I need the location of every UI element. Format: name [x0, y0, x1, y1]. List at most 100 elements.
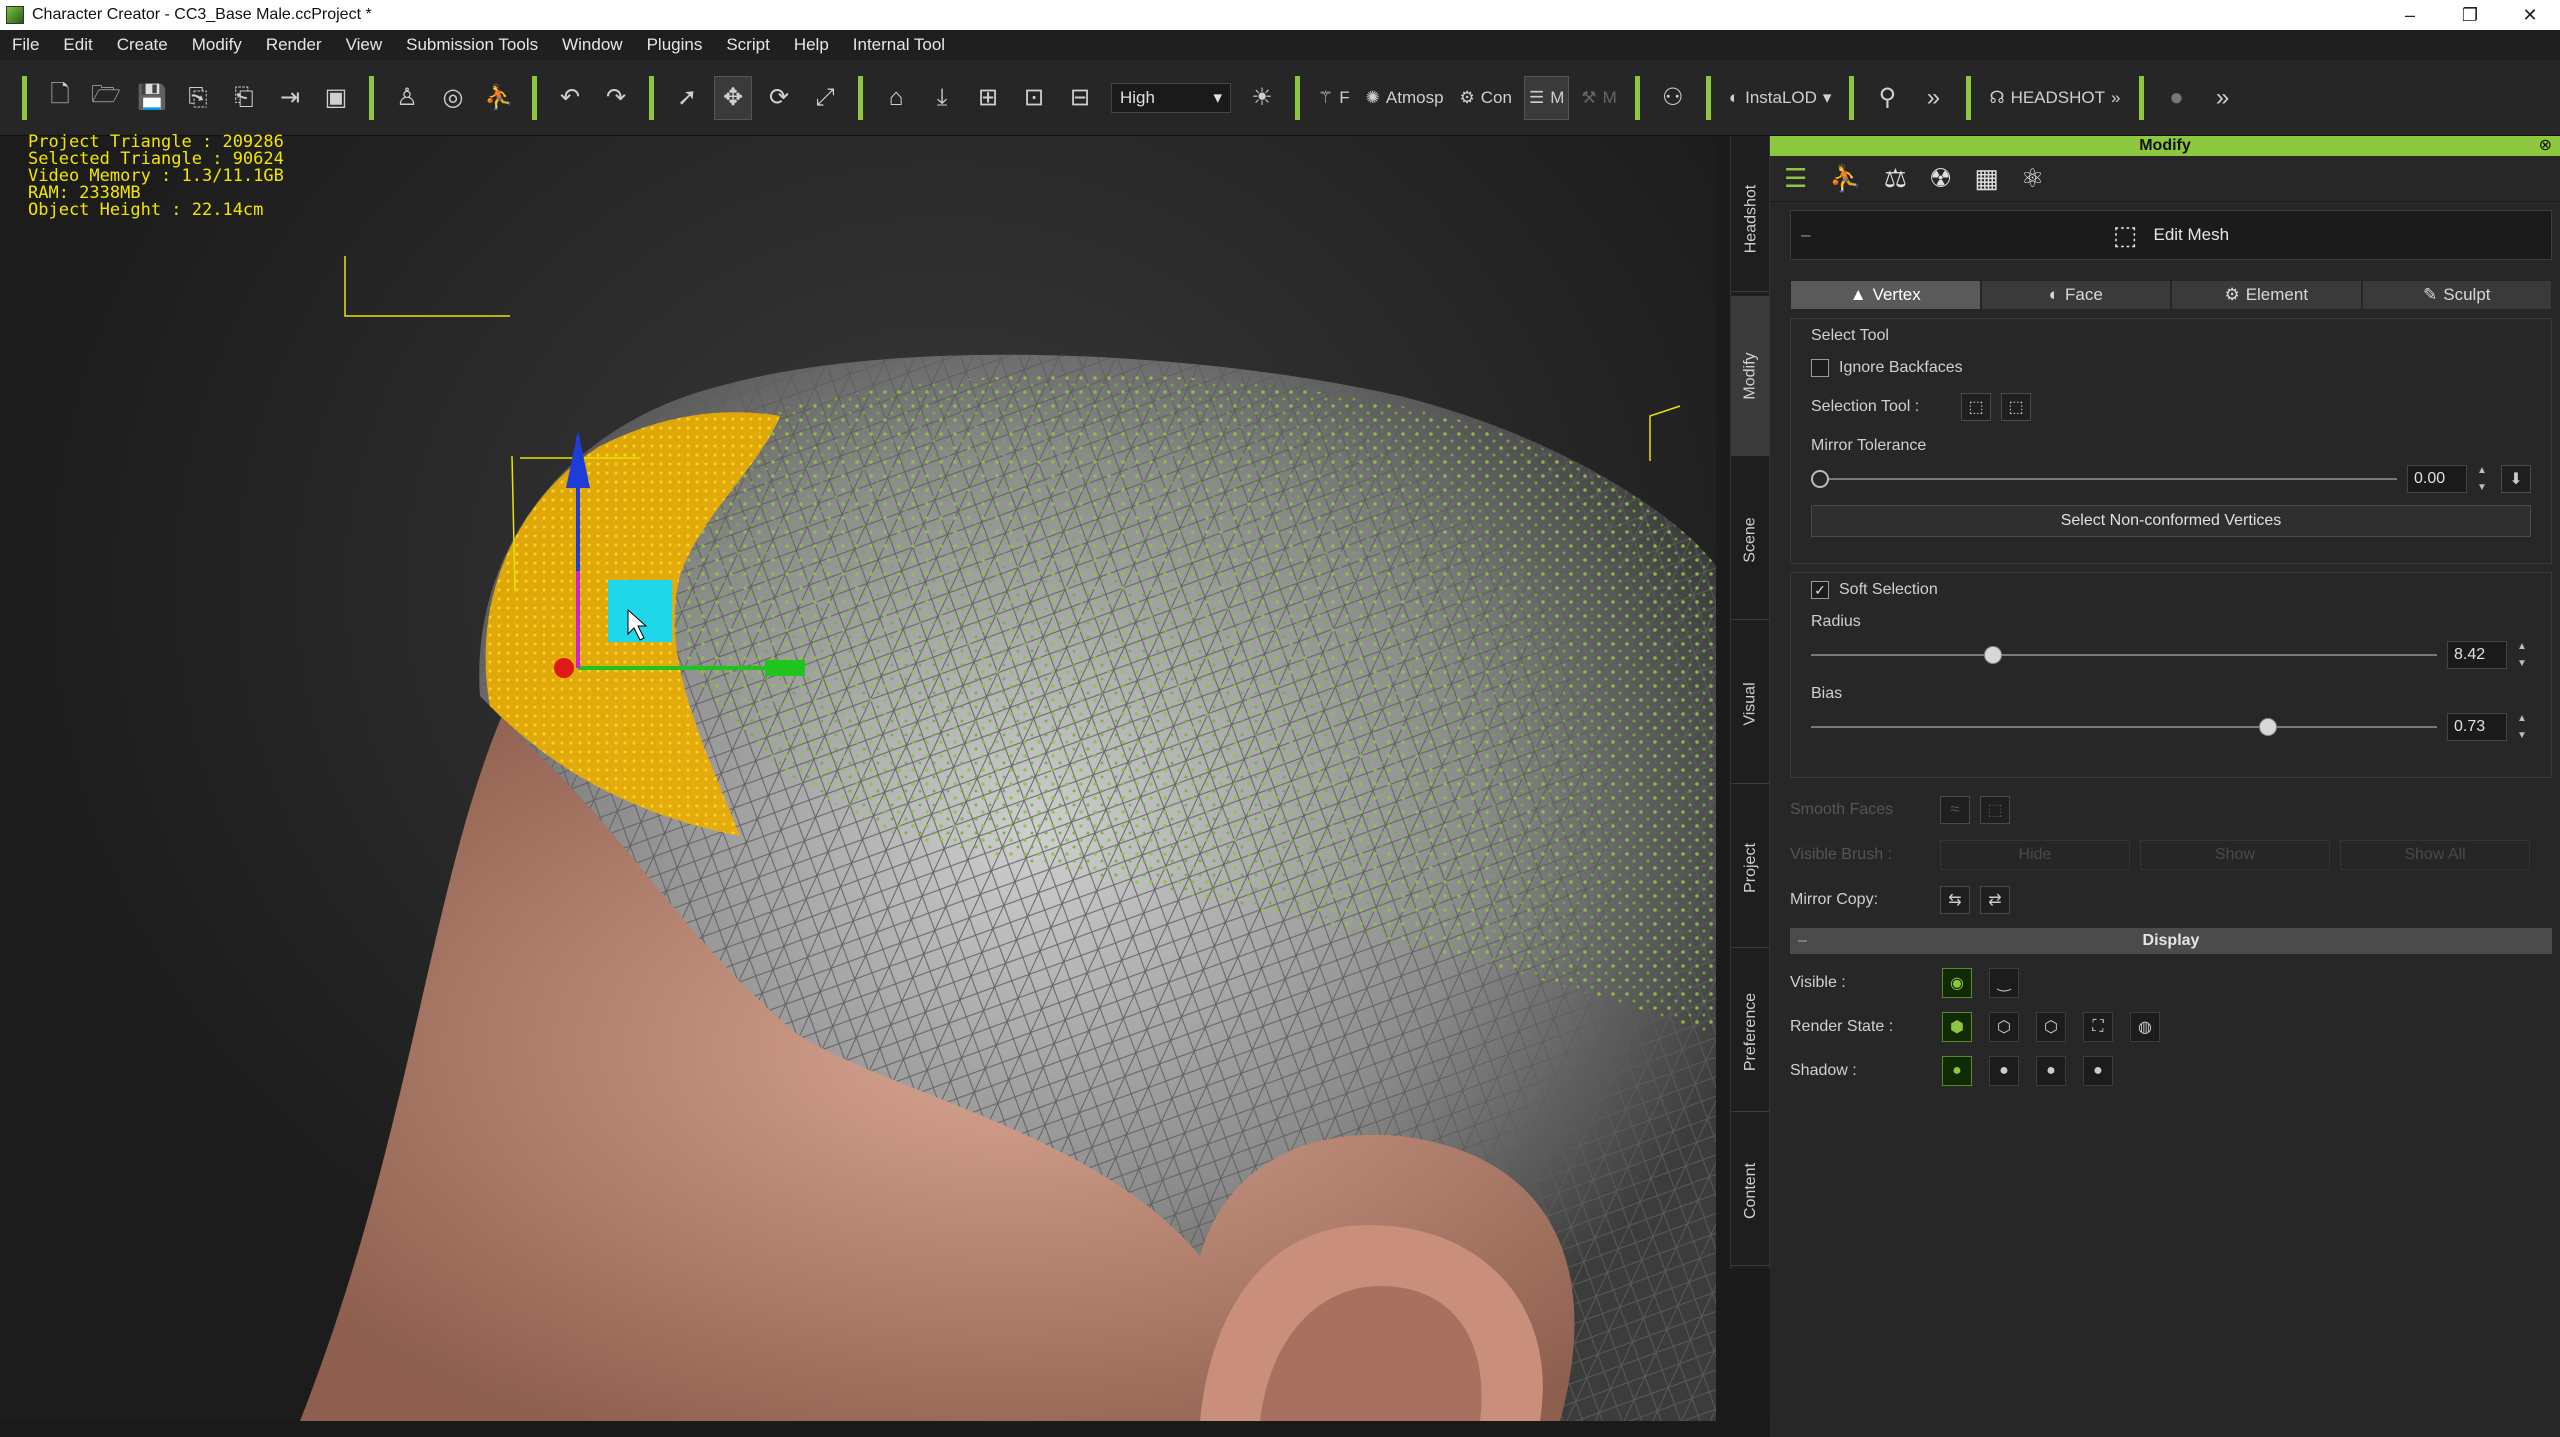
smooth-icon[interactable]: ≈ [1940, 796, 1970, 824]
show-all-button[interactable]: Show All [2340, 840, 2530, 870]
wire-cube-icon[interactable]: ⬡ [2036, 1012, 2066, 1042]
headshot-button[interactable]: ☊ HEADSHOT» [1985, 76, 2124, 120]
eye-open-icon[interactable]: ◉ [1942, 968, 1972, 998]
undo-icon[interactable]: ↶ [551, 76, 589, 120]
collapse-icon[interactable]: – [1798, 932, 1807, 950]
radius-knob[interactable] [1983, 646, 2002, 664]
mirror-tolerance-input[interactable]: 0.00 [2407, 465, 2467, 493]
close-button[interactable]: ✕ [2500, 0, 2560, 30]
radius-input[interactable]: 8.42 [2447, 641, 2507, 669]
radius-slider[interactable] [1811, 643, 2437, 667]
shaded-cube-icon[interactable]: ⬢ [1942, 1012, 1972, 1042]
atmosphere-button[interactable]: ✺ Atmosp [1362, 76, 1448, 120]
light-icon[interactable]: ☀ [1243, 76, 1281, 120]
open-file-icon[interactable]: 🗁 [87, 76, 125, 120]
camera-view-icon[interactable]: ⊟ [1061, 76, 1099, 120]
character-icon[interactable]: ♙ [388, 76, 426, 120]
plugin-icon[interactable]: ⚲ [1868, 76, 1906, 120]
xray-icon[interactable]: ◍ [2130, 1012, 2160, 1042]
tab-face[interactable]: ◐ Face [1980, 280, 2171, 310]
more-chevron-icon[interactable]: » [2204, 76, 2242, 120]
screenshot-icon[interactable]: ▣ [317, 76, 355, 120]
shadow-none-icon[interactable]: ● [2083, 1056, 2113, 1086]
sliders-icon[interactable]: ☰ [1784, 163, 1807, 194]
display-section-header[interactable]: – Display [1790, 928, 2552, 954]
menu-render[interactable]: Render [254, 35, 334, 55]
menu-plugins[interactable]: Plugins [635, 35, 715, 55]
shadow-cast-icon[interactable]: ● [1989, 1056, 2019, 1086]
rect-select-icon[interactable]: ⬚ [1961, 393, 1991, 421]
tab-headshot[interactable]: Headshot [1731, 146, 1771, 292]
tab-element[interactable]: ⚙ Element [2171, 280, 2362, 310]
menu-submission-tools[interactable]: Submission Tools [394, 35, 550, 55]
tab-project[interactable]: Project [1731, 788, 1771, 948]
f-button[interactable]: ⚚ F [1314, 76, 1354, 120]
menu-modify[interactable]: Modify [180, 35, 254, 55]
morph-icon[interactable]: ◎ [434, 76, 472, 120]
menu-edit[interactable]: Edit [51, 35, 104, 55]
tab-modify[interactable]: Modify [1731, 296, 1771, 456]
select-arrow-icon[interactable]: ➚ [668, 76, 706, 120]
mirror-tolerance-spinner[interactable]: ▲ ▼ [2477, 465, 2491, 493]
con-button[interactable]: ⚙ Con [1456, 76, 1516, 120]
bias-spinner[interactable]: ▲ ▼ [2517, 713, 2531, 741]
more-chevron-icon[interactable]: » [1914, 76, 1952, 120]
lasso-select-icon[interactable]: ⬚ [2001, 393, 2031, 421]
tab-scene[interactable]: Scene [1731, 460, 1771, 620]
hide-button[interactable]: Hide [1940, 840, 2130, 870]
tab-vertex[interactable]: ▲ Vertex [1790, 280, 1981, 310]
bias-input[interactable]: 0.73 [2447, 713, 2507, 741]
send-out-icon[interactable]: ⇥ [271, 76, 309, 120]
apply-down-arrow-icon[interactable]: ⬇ [2501, 465, 2531, 493]
panel-close-icon[interactable]: ⊗ [2539, 136, 2552, 156]
render-quality-select[interactable]: High ▾ [1111, 82, 1231, 113]
frame-all-icon[interactable]: ⊡ [1015, 76, 1053, 120]
scale-icon[interactable]: ⤢ [806, 76, 844, 120]
minimize-button[interactable]: – [2380, 0, 2440, 30]
mirror-left-icon[interactable]: ⇆ [1940, 886, 1970, 914]
menu-help[interactable]: Help [782, 35, 841, 55]
motion-icon[interactable]: ⛹ [1829, 163, 1861, 194]
move-icon[interactable]: ✥ [714, 75, 752, 120]
menu-create[interactable]: Create [105, 35, 180, 55]
soft-selection-checkbox[interactable]: ✓ [1811, 581, 1829, 599]
bias-knob[interactable] [2258, 718, 2277, 736]
menu-script[interactable]: Script [714, 35, 781, 55]
mirror-tolerance-knob[interactable] [1811, 470, 1829, 488]
smooth-select-icon[interactable]: ⬚ [1980, 796, 2010, 824]
bias-slider[interactable] [1811, 715, 2437, 739]
maximize-button[interactable]: ❐ [2440, 0, 2500, 30]
tab-preference[interactable]: Preference [1731, 952, 1771, 1112]
flat-cube-icon[interactable]: ⬡ [1989, 1012, 2019, 1042]
tab-visual[interactable]: Visual [1731, 624, 1771, 784]
tab-content[interactable]: Content [1731, 1116, 1771, 1266]
save-icon[interactable]: 💾 [133, 76, 171, 120]
import-icon[interactable]: ⎘ [179, 76, 217, 120]
menu-file[interactable]: File [0, 35, 51, 55]
menu-window[interactable]: Window [550, 35, 634, 55]
pose-icon[interactable]: ⛹ [480, 76, 518, 120]
mirror-tolerance-slider[interactable] [1811, 467, 2397, 491]
new-file-icon[interactable]: 🗋 [41, 76, 79, 120]
adjust-bones-icon[interactable]: ⚖ [1884, 163, 1907, 194]
eye-closed-icon[interactable]: ‿ [1989, 968, 2019, 998]
people-icon[interactable]: ⚇ [1654, 76, 1692, 120]
mirror-right-icon[interactable]: ⇄ [1980, 886, 2010, 914]
shadow-receive-icon[interactable]: ● [2036, 1056, 2066, 1086]
physics-icon[interactable]: ⚛ [2021, 163, 2044, 194]
drop-to-floor-icon[interactable]: ⤓ [923, 76, 961, 120]
radius-spinner[interactable]: ▲ ▼ [2517, 641, 2531, 669]
box-icon[interactable]: ⛶ [2083, 1012, 2113, 1042]
shadow-full-icon[interactable]: ● [1942, 1056, 1972, 1086]
cloud-icon[interactable]: ● [2158, 76, 2196, 120]
select-non-conformed-button[interactable]: Select Non-conformed Vertices [1811, 505, 2531, 537]
instalod-button[interactable]: ◐ InstaLOD ▾ [1725, 76, 1836, 120]
edit-mesh-header[interactable]: – ⬚ Edit Mesh [1790, 210, 2552, 260]
show-button[interactable]: Show [2140, 840, 2330, 870]
frame-selected-icon[interactable]: ⊞ [969, 76, 1007, 120]
m-button[interactable]: ☰ M [1523, 75, 1570, 120]
tab-sculpt[interactable]: ✎ Sculpt [2361, 280, 2552, 310]
m2-button[interactable]: ⚒ M [1577, 76, 1620, 120]
export-icon[interactable]: ⎗ [225, 76, 263, 120]
menu-internal-tool[interactable]: Internal Tool [841, 35, 957, 55]
